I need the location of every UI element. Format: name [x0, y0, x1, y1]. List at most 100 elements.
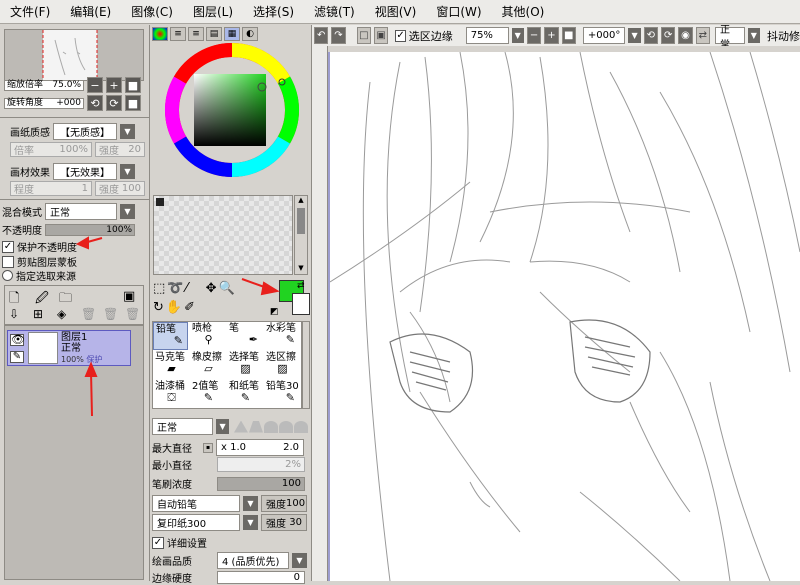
paper-scale-field[interactable]: 倍率 100%: [10, 142, 92, 157]
paper-effect-strength-field[interactable]: 强度 100: [95, 181, 145, 196]
quality-dropdown-icon[interactable]: ▼: [292, 553, 307, 568]
navigator-thumbnail[interactable]: [4, 29, 144, 81]
flip-icon[interactable]: ⇄: [695, 27, 710, 44]
swatch-scrollbar[interactable]: ▲ ▼: [294, 195, 308, 275]
tip-shape-4-icon[interactable]: [279, 420, 293, 433]
blend-select[interactable]: 正常: [45, 203, 117, 220]
rotation-field[interactable]: +000°: [582, 27, 626, 44]
menu-layer[interactable]: 图层(L): [183, 1, 243, 23]
hand-icon[interactable]: ✋: [166, 300, 182, 317]
tool-select-eraser[interactable]: 选区擦 ▨: [264, 351, 299, 379]
rotate-reset-icon[interactable]: ◉: [678, 27, 693, 44]
swap-colors-icon[interactable]: ⇄: [297, 281, 305, 291]
menu-other[interactable]: 其他(O): [492, 1, 555, 23]
zoom-icon[interactable]: 🔍: [219, 281, 235, 298]
color-wheel-icon[interactable]: [164, 42, 300, 178]
density-slider[interactable]: 100: [217, 476, 305, 491]
invert-select-icon[interactable]: ▣: [373, 27, 389, 44]
menu-view[interactable]: 视图(V): [365, 1, 427, 23]
clip-group-checkbox[interactable]: [2, 255, 14, 268]
rotate-left-icon[interactable]: ⟲: [643, 27, 659, 44]
rotation-dropdown-icon[interactable]: ▼: [628, 28, 641, 43]
lasso-icon[interactable]: ➰: [167, 281, 183, 298]
brush-mode-select[interactable]: 正常: [152, 418, 214, 435]
layer-properties-icon[interactable]: 🗑: [125, 307, 140, 321]
tip-shape-2-icon[interactable]: [249, 420, 263, 433]
tool-select-pen[interactable]: 选择笔 ▨: [227, 351, 262, 379]
menu-window[interactable]: 窗口(W): [426, 1, 491, 23]
shape1-dropdown-icon[interactable]: ▼: [243, 496, 258, 511]
zoom-reset-icon[interactable]: ■: [561, 27, 576, 44]
shape1-strength-field[interactable]: 强度 100: [261, 495, 307, 512]
tool-watercolor[interactable]: 水彩笔 ✎: [264, 322, 299, 350]
shape2-strength-field[interactable]: 强度 30: [261, 514, 307, 531]
quality-select[interactable]: 4 (品质优先): [217, 552, 289, 569]
menu-filter[interactable]: 滤镜(T): [304, 1, 365, 23]
nav-rotate-reset-icon[interactable]: ■: [125, 95, 141, 111]
paper-texture-select[interactable]: 【无质感】: [53, 123, 117, 140]
gradient-tab-icon[interactable]: ▤: [206, 27, 222, 41]
tip-shape-1-icon[interactable]: [234, 420, 248, 433]
selection-edge-checkbox[interactable]: ✓: [395, 29, 406, 42]
tool-binary-pen[interactable]: 2值笔 ✎: [190, 380, 225, 408]
deselect-icon[interactable]: □: [356, 27, 371, 44]
nav-rotate-right-icon[interactable]: ⟳: [106, 95, 122, 111]
tool-marker[interactable]: 马克笔 ▰: [153, 351, 188, 379]
hsv-slider-tab-icon[interactable]: ≡: [188, 27, 204, 41]
tool-scrollbar[interactable]: [302, 321, 310, 409]
zoom-out-icon[interactable]: −: [526, 27, 542, 44]
tool-airbrush[interactable]: 喷枪 ⚲: [190, 322, 225, 350]
tip-shape-3-icon[interactable]: [264, 420, 278, 433]
menu-select[interactable]: 选择(S): [243, 1, 304, 23]
protect-opacity-checkbox[interactable]: ✓: [2, 240, 14, 253]
drawing-canvas[interactable]: [328, 51, 800, 582]
blend-mode-field[interactable]: 正常: [715, 25, 745, 51]
opacity-slider[interactable]: 100%: [45, 223, 135, 236]
brush-mode-dropdown-icon[interactable]: ▼: [216, 419, 229, 434]
nav-zoom-out-icon[interactable]: −: [87, 77, 103, 93]
tool-pen[interactable]: 笔 ✒: [227, 322, 262, 350]
eyedropper-icon[interactable]: ✐: [184, 300, 195, 317]
tool-washi-pen[interactable]: 和纸笔 ✎: [227, 380, 262, 408]
min-size-slider[interactable]: 2%: [217, 457, 305, 472]
rgb-slider-tab-icon[interactable]: ≡: [170, 27, 186, 41]
nav-zoom-reset-icon[interactable]: ■: [125, 77, 141, 93]
rotate-slider[interactable]: 旋转角度 +000: [4, 97, 84, 109]
delete-layer-icon[interactable]: 🗑: [81, 307, 96, 321]
paper-strength-field[interactable]: 强度 20: [95, 142, 145, 157]
menu-edit[interactable]: 编辑(E): [60, 1, 121, 23]
scroll-thumb[interactable]: [297, 208, 305, 234]
rotate-view-icon[interactable]: ↻: [153, 300, 164, 317]
color-wheel-tab-icon[interactable]: [152, 27, 168, 41]
mask-icon[interactable]: ▣: [123, 289, 135, 304]
sel-source-radio[interactable]: [2, 270, 13, 281]
max-size-field[interactable]: x 1.0 2.0: [216, 439, 304, 456]
layer-edit-pen-icon[interactable]: ✎: [10, 350, 24, 363]
tool-bucket[interactable]: 油漆桶 ⛋: [153, 380, 188, 408]
delete-layer2-icon[interactable]: 🗑: [103, 307, 118, 321]
paper-effect-dropdown-icon[interactable]: ▼: [120, 164, 135, 179]
scroll-up-icon[interactable]: ▲: [295, 196, 307, 206]
clear-layer-icon[interactable]: ◈: [57, 307, 66, 321]
magic-wand-icon[interactable]: ⁄: [185, 281, 187, 298]
layer-item[interactable]: 👁 ✎ 图层1 正常 100% 保护: [7, 330, 131, 366]
paper-effect-select[interactable]: 【无效果】: [53, 163, 117, 180]
blend-dropdown-icon[interactable]: ▼: [120, 204, 135, 219]
blend-mode-dropdown-icon[interactable]: ▼: [747, 28, 761, 43]
visibility-eye-icon[interactable]: 👁: [10, 333, 25, 346]
edge-slider[interactable]: 0: [217, 571, 305, 584]
shape2-select[interactable]: 复印纸300: [152, 514, 240, 531]
tip-shape-5-icon[interactable]: [294, 420, 308, 433]
tool-pencil30[interactable]: 铅笔30 ✎: [264, 380, 299, 408]
redo-icon[interactable]: ↷: [331, 27, 346, 44]
reset-colors-icon[interactable]: ◩: [270, 307, 279, 317]
menu-file[interactable]: 文件(F): [0, 1, 60, 23]
tool-eraser[interactable]: 橡皮擦 ▱: [190, 351, 225, 379]
nav-zoom-in-icon[interactable]: +: [106, 77, 122, 93]
scroll-down-icon[interactable]: ▼: [295, 264, 307, 274]
tool-pencil[interactable]: 铅笔 ✎: [153, 322, 188, 350]
paper-texture-dropdown-icon[interactable]: ▼: [120, 124, 135, 139]
secondary-color-swatch[interactable]: [292, 293, 310, 315]
merge-down-icon[interactable]: ⊞: [33, 307, 43, 321]
max-size-menu-icon[interactable]: ▪: [203, 442, 213, 453]
